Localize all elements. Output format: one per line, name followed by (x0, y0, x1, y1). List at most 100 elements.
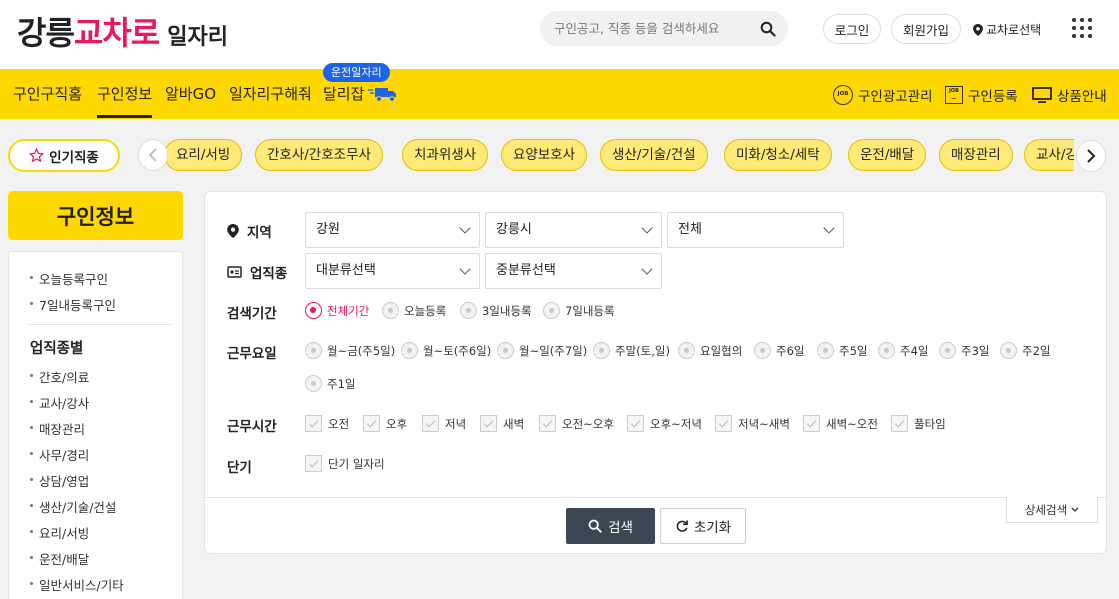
worktime-checkbox[interactable]: 오전~오후 (539, 415, 614, 432)
site-logo[interactable]: 강릉 교차로 일자리 (17, 8, 228, 52)
period-radio-7days[interactable]: 7일내등록 (543, 302, 615, 319)
worktime-option-label: 저녁~새벽 (738, 416, 790, 431)
sidebar-item-medical[interactable]: 간호/의료 (29, 367, 89, 386)
driver-jobs-badge: 운전일자리 (323, 63, 390, 82)
search-button[interactable]: 검색 (566, 508, 655, 544)
login-button[interactable]: 로그인 (823, 14, 881, 44)
category-chip[interactable]: 요리/서빙 (164, 139, 243, 171)
category-prev-button[interactable] (138, 139, 168, 171)
period-option-label: 3일내등록 (482, 303, 532, 318)
worktime-label: 근무시간 (227, 419, 277, 435)
nav-job-register-label: 구인등록 (968, 89, 1018, 105)
workday-radio[interactable]: 주5일 (817, 342, 867, 359)
sidebar: 오늘등록구인 7일내등록구인 업직종별 간호/의료 교사/강사 매장관리 사무/… (8, 251, 183, 599)
search-input[interactable] (540, 11, 788, 46)
sidebar-item-today[interactable]: 오늘등록구인 (29, 269, 108, 288)
sidebar-item-7days[interactable]: 7일내등록구인 (30, 295, 116, 314)
radio-icon (401, 342, 418, 359)
region-district-select[interactable]: 전체 (667, 212, 844, 248)
all-menu-grid-icon[interactable] (1072, 18, 1092, 38)
nav-item-albago[interactable]: 알바GO (165, 83, 216, 104)
star-outline-icon (29, 148, 45, 163)
nav-job-register[interactable]: JOB — 구인등록 (945, 85, 1018, 105)
nav-product-info[interactable]: 상품안내 (1032, 85, 1107, 105)
sidebar-title: 구인정보 (8, 191, 183, 240)
workday-radio[interactable]: 월~토(주6일) (401, 342, 491, 359)
workday-radio[interactable]: 주말(토,일) (593, 342, 670, 359)
nav-ad-manage[interactable]: JOB 구인광고관리 (833, 85, 933, 105)
worktime-checkbox[interactable]: 풀타임 (891, 415, 946, 432)
category-chip[interactable]: 매장관리 (939, 139, 1013, 171)
category-chip[interactable]: 요양보호사 (501, 139, 588, 171)
sidebar-item-office[interactable]: 사무/경리 (29, 445, 89, 464)
category-chip[interactable]: 치과위생사 (402, 139, 489, 171)
period-radio-all[interactable]: 전체기간 (305, 302, 369, 319)
sidebar-item-delivery[interactable]: 운전/배달 (29, 549, 89, 568)
workday-radio[interactable]: 주2일 (1000, 342, 1050, 359)
workday-radio[interactable]: 주1일 (305, 375, 355, 392)
workday-radio[interactable]: 주6일 (754, 342, 804, 359)
nav-item-home[interactable]: 구인구직홈 (13, 83, 82, 104)
workday-radio[interactable]: 요일협의 (678, 342, 742, 359)
workday-radio[interactable]: 주3일 (939, 342, 989, 359)
worktime-checkbox[interactable]: 새벽~오전 (803, 415, 878, 432)
category-chip[interactable]: 간호사/간호조무사 (255, 139, 383, 171)
workday-option-label: 월~토(주6일) (423, 343, 492, 358)
industry-minor-select[interactable]: 중분류선택 (485, 253, 662, 289)
workday-option-label: 주3일 (961, 343, 990, 358)
worktime-checkbox[interactable]: 새벽 (480, 415, 524, 432)
sidebar-item-teacher[interactable]: 교사/강사 (29, 393, 89, 412)
category-chip[interactable]: 운전/배달 (848, 139, 927, 171)
worktime-checkbox[interactable]: 오후 (363, 415, 407, 432)
radio-icon (305, 375, 322, 392)
worktime-checkbox[interactable]: 오후~저녁 (627, 415, 702, 432)
worktime-checkbox[interactable]: 저녁 (422, 415, 466, 432)
nav-item-find-job[interactable]: 일자리구해줘 (229, 83, 312, 104)
nav-item-job-info[interactable]: 구인정보 (97, 83, 153, 118)
sidebar-item-service[interactable]: 일반서비스/기타 (30, 575, 124, 594)
workday-radio[interactable]: 월~일(주7일) (497, 342, 587, 359)
region-city-select[interactable]: 강릉시 (485, 212, 662, 248)
sidebar-item-cooking[interactable]: 요리/서빙 (29, 523, 89, 542)
industry-major-select[interactable]: 대분류선택 (305, 253, 480, 289)
region-district-value: 전체 (678, 222, 702, 237)
worktime-option-label: 풀타임 (914, 416, 946, 431)
category-chip[interactable]: 생산/기술/건설 (600, 139, 708, 171)
worktime-option-label: 오전 (328, 416, 350, 431)
worktime-checkbox[interactable]: 저녁~새벽 (715, 415, 790, 432)
industry-minor-value: 중분류선택 (496, 263, 556, 278)
radio-icon (754, 342, 771, 359)
industry-label-text: 업직종 (250, 266, 288, 282)
workday-radio[interactable]: 월~금(주5일) (305, 342, 395, 359)
workday-option-label: 주6일 (776, 343, 805, 358)
category-chip[interactable]: 미화/청소/세탁 (724, 139, 832, 171)
search-icon[interactable] (760, 21, 776, 37)
category-chip[interactable]: 교사/강사 (1024, 139, 1074, 171)
radio-icon (305, 342, 322, 359)
workday-option-label: 주말(토,일) (615, 343, 670, 358)
region-select-button[interactable]: 교차로선택 (973, 21, 1041, 38)
workday-radio[interactable]: 주4일 (878, 342, 928, 359)
workday-option-label: 월~금(주5일) (327, 343, 396, 358)
period-radio-3days[interactable]: 3일내등록 (460, 302, 532, 319)
sidebar-item-sales[interactable]: 상담/영업 (29, 471, 89, 490)
reset-button[interactable]: 초기화 (660, 508, 746, 544)
checkbox-icon (803, 415, 820, 432)
detail-search-button[interactable]: 상세검색 (1006, 497, 1098, 523)
radio-icon (497, 342, 514, 359)
region-province-select[interactable]: 강원 (305, 212, 480, 248)
sidebar-item-store[interactable]: 매장관리 (29, 419, 85, 438)
popular-jobs-button[interactable]: 인기직종 (8, 139, 120, 172)
shortterm-checkbox[interactable]: 단기 일자리 (305, 455, 385, 472)
sidebar-item-production[interactable]: 생산/기술/건설 (29, 497, 116, 516)
popular-jobs-label: 인기직종 (49, 149, 99, 166)
category-next-button[interactable] (1076, 140, 1106, 172)
workdays-label: 근무요일 (227, 346, 277, 362)
signup-button[interactable]: 회원가입 (891, 14, 961, 44)
nav-item-dallijab[interactable]: 달리잡 (323, 83, 398, 104)
nav-product-info-label: 상품안내 (1057, 89, 1107, 105)
chevron-down-icon (641, 222, 653, 234)
period-radio-today[interactable]: 오늘등록 (382, 302, 446, 319)
worktime-checkbox[interactable]: 오전 (305, 415, 349, 432)
search-button-label: 검색 (608, 520, 633, 536)
